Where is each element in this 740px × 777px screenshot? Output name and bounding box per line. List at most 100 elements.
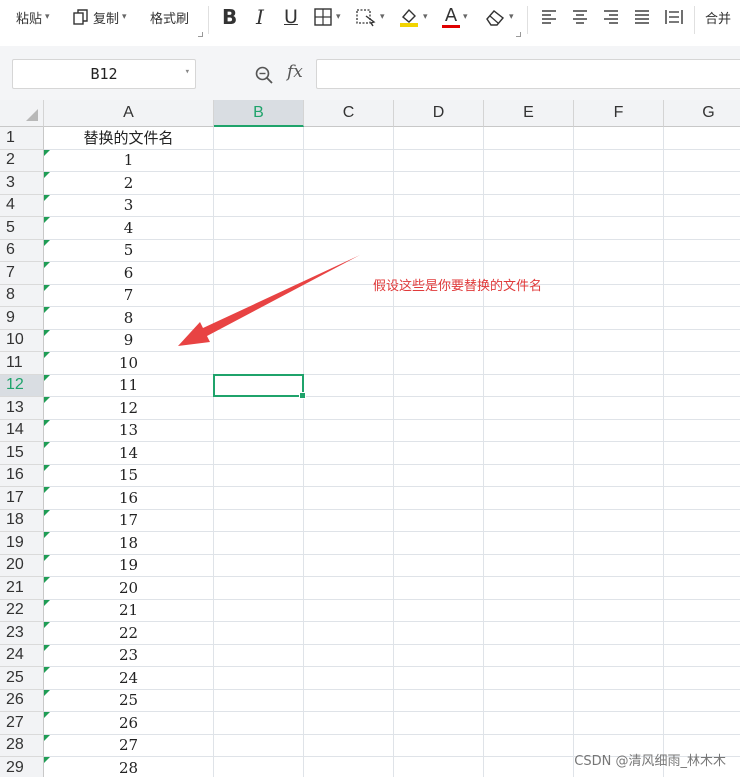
cell-d9[interactable]	[394, 307, 484, 330]
cell-g3[interactable]	[664, 172, 740, 195]
cell-c11[interactable]	[304, 352, 394, 375]
column-header-g[interactable]: G	[664, 100, 740, 127]
row-header-20[interactable]: 20	[0, 554, 44, 577]
cell-f4[interactable]	[574, 194, 664, 217]
cell-g21[interactable]	[664, 577, 740, 600]
active-cell-highlight[interactable]	[213, 373, 306, 399]
cell-c29[interactable]	[304, 757, 394, 777]
cell-g8[interactable]	[664, 285, 740, 307]
cell-a12[interactable]: 11	[44, 374, 214, 397]
row-header-26[interactable]: 26	[0, 689, 44, 712]
column-header-c[interactable]: C	[304, 100, 394, 127]
cell-g19[interactable]	[664, 532, 740, 555]
cell-d12[interactable]	[394, 374, 484, 397]
cell-g10[interactable]	[664, 330, 740, 352]
column-header-e[interactable]: E	[484, 100, 574, 127]
formula-input[interactable]	[316, 59, 740, 89]
cell-f13[interactable]	[574, 397, 664, 420]
cell-f14[interactable]	[574, 419, 664, 442]
cell-b28[interactable]	[214, 734, 304, 757]
cell-g23[interactable]	[664, 622, 740, 645]
cell-e2[interactable]	[484, 149, 574, 172]
cell-e17[interactable]	[484, 487, 574, 510]
cell-b16[interactable]	[214, 464, 304, 487]
cell-f3[interactable]	[574, 172, 664, 195]
name-box[interactable]: B12 ▾	[12, 59, 196, 89]
paste-button[interactable]: 粘贴 ▾	[16, 0, 50, 34]
cell-d15[interactable]	[394, 442, 484, 465]
cell-e10[interactable]	[484, 329, 574, 352]
cell-b19[interactable]	[214, 532, 304, 555]
cell-f23[interactable]	[574, 622, 664, 645]
cell-g14[interactable]	[664, 420, 740, 442]
cell-a13[interactable]: 12	[44, 397, 214, 420]
row-header-21[interactable]: 21	[0, 577, 44, 600]
cell-d21[interactable]	[394, 577, 484, 600]
cell-f25[interactable]	[574, 667, 664, 690]
cell-b23[interactable]	[214, 622, 304, 645]
cell-g9[interactable]	[664, 307, 740, 330]
cell-c24[interactable]	[304, 644, 394, 667]
cell-a21[interactable]: 20	[44, 577, 214, 600]
cell-g20[interactable]	[664, 555, 740, 577]
row-header-16[interactable]: 16	[0, 464, 44, 487]
cell-d19[interactable]	[394, 532, 484, 555]
cell-c19[interactable]	[304, 532, 394, 555]
cell-d16[interactable]	[394, 464, 484, 487]
cell-c2[interactable]	[304, 149, 394, 172]
cell-e27[interactable]	[484, 712, 574, 735]
cell-g18[interactable]	[664, 510, 740, 532]
cell-style-button[interactable]: ▾	[355, 0, 385, 34]
cell-d20[interactable]	[394, 554, 484, 577]
cell-a20[interactable]: 19	[44, 554, 214, 577]
cell-a28[interactable]: 27	[44, 734, 214, 757]
cell-f8[interactable]	[574, 284, 664, 307]
cell-e29[interactable]	[484, 757, 574, 777]
fill-handle[interactable]	[299, 392, 306, 399]
cell-a17[interactable]: 16	[44, 487, 214, 510]
cell-d11[interactable]	[394, 352, 484, 375]
font-color-button[interactable]: A ▾	[442, 0, 468, 34]
row-header-10[interactable]: 10	[0, 329, 44, 352]
cell-b17[interactable]	[214, 487, 304, 510]
cell-a16[interactable]: 15	[44, 464, 214, 487]
row-header-4[interactable]: 4	[0, 194, 44, 217]
cell-d26[interactable]	[394, 689, 484, 712]
cell-g5[interactable]	[664, 217, 740, 240]
cell-g27[interactable]	[664, 712, 740, 735]
row-header-27[interactable]: 27	[0, 712, 44, 735]
cell-b24[interactable]	[214, 644, 304, 667]
row-header-28[interactable]: 28	[0, 734, 44, 757]
cell-c27[interactable]	[304, 712, 394, 735]
fill-color-button[interactable]: ▾	[398, 0, 428, 34]
cell-b5[interactable]	[214, 217, 304, 240]
cell-e6[interactable]	[484, 239, 574, 262]
cell-f17[interactable]	[574, 487, 664, 510]
row-header-12[interactable]: 12	[0, 374, 44, 397]
cell-g16[interactable]	[664, 465, 740, 487]
cell-f10[interactable]	[574, 329, 664, 352]
cell-f2[interactable]	[574, 149, 664, 172]
cell-f27[interactable]	[574, 712, 664, 735]
cell-e22[interactable]	[484, 599, 574, 622]
cell-c20[interactable]	[304, 554, 394, 577]
cell-d18[interactable]	[394, 509, 484, 532]
cell-b20[interactable]	[214, 554, 304, 577]
cell-d6[interactable]	[394, 239, 484, 262]
cell-a23[interactable]: 22	[44, 622, 214, 645]
cell-b4[interactable]	[214, 194, 304, 217]
cell-c1[interactable]	[304, 127, 394, 150]
cell-c22[interactable]	[304, 599, 394, 622]
cell-e23[interactable]	[484, 622, 574, 645]
cell-b15[interactable]	[214, 442, 304, 465]
cell-d3[interactable]	[394, 172, 484, 195]
row-header-18[interactable]: 18	[0, 509, 44, 532]
cell-b11[interactable]	[214, 352, 304, 375]
cell-b26[interactable]	[214, 689, 304, 712]
cell-b18[interactable]	[214, 509, 304, 532]
cell-f15[interactable]	[574, 442, 664, 465]
cell-e15[interactable]	[484, 442, 574, 465]
row-header-9[interactable]: 9	[0, 307, 44, 330]
cell-a27[interactable]: 26	[44, 712, 214, 735]
cell-e9[interactable]	[484, 307, 574, 330]
